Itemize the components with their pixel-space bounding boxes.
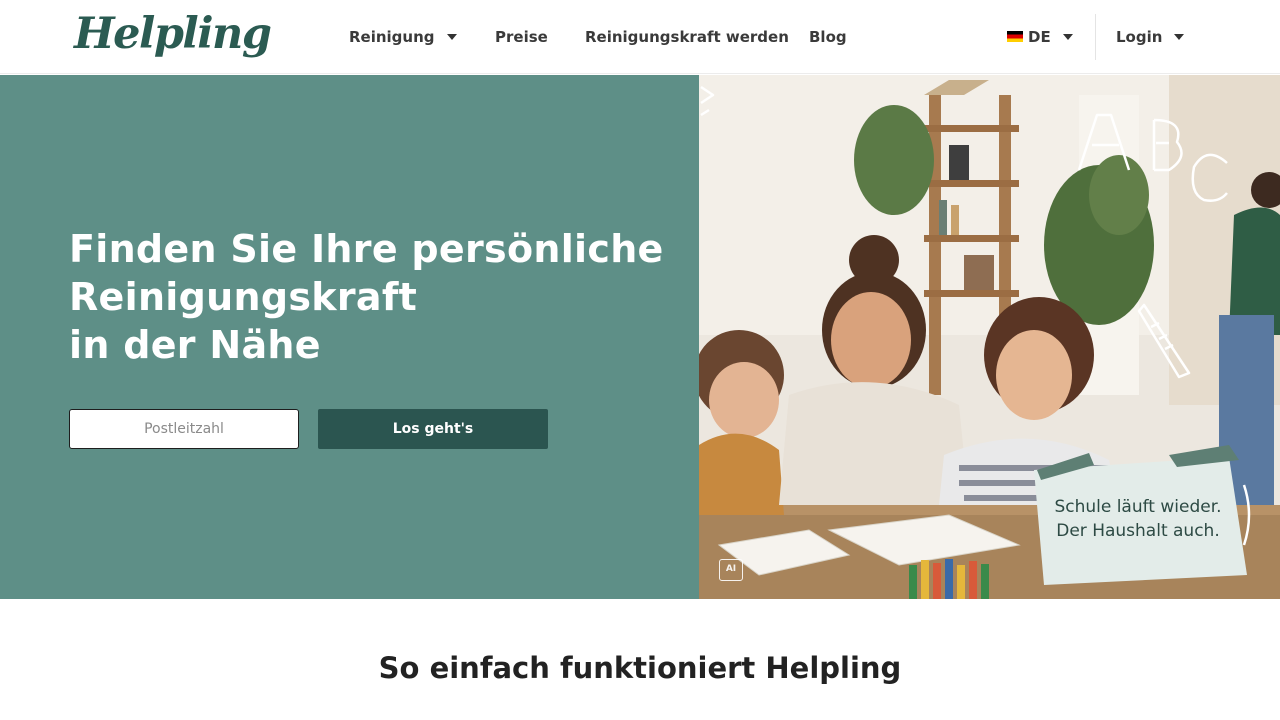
hero-title: Finden Sie Ihre persönliche Reinigungskr… [69,225,689,369]
nav-item-reinigung[interactable]: Reinigung [349,26,457,48]
nav-item-blog[interactable]: Blog [809,26,847,48]
login-label: Login [1116,28,1163,46]
nav-item-reinigungskraft-werden[interactable]: Reinigungskraft werden [585,26,789,48]
helpling-logo[interactable]: Helpling [74,4,272,64]
hero-image: Schule läuft wieder. Der Haushalt auch. … [699,75,1280,599]
caret-down-icon [1062,33,1073,40]
language-selector[interactable]: DE [1007,26,1073,48]
hero-title-line: Finden Sie Ihre persönliche [69,227,664,271]
callout-line: Der Haushalt auch. [1056,521,1220,541]
nav-item-preise[interactable]: Preise [495,26,548,48]
language-label: DE [1028,28,1051,46]
nav-item-label: Reinigung [349,28,435,46]
login-menu[interactable]: Login [1116,26,1185,48]
nav-item-label: Preise [495,28,548,46]
caret-down-icon [446,33,457,40]
callout-line: Schule läuft wieder. [1054,497,1222,517]
germany-flag-icon [1007,31,1023,42]
ai-generated-icon: AI [719,559,743,581]
hero-callout: Schule läuft wieder. Der Haushalt auch. [1047,495,1229,543]
hero-title-line: in der Nähe [69,323,321,367]
site-header: Helpling Reinigung Preise Reinigungskraf… [0,0,1280,74]
search-submit-button[interactable]: Los geht's [318,409,548,449]
section-title: So einfach funktioniert Helpling [378,651,902,685]
hero-title-line: Reinigungskraft [69,275,418,319]
postcode-input[interactable] [69,409,299,449]
caret-down-icon [1174,33,1185,40]
header-divider [1095,14,1096,60]
nav-item-label: Blog [809,28,847,46]
nav-item-label: Reinigungskraft werden [585,28,789,46]
